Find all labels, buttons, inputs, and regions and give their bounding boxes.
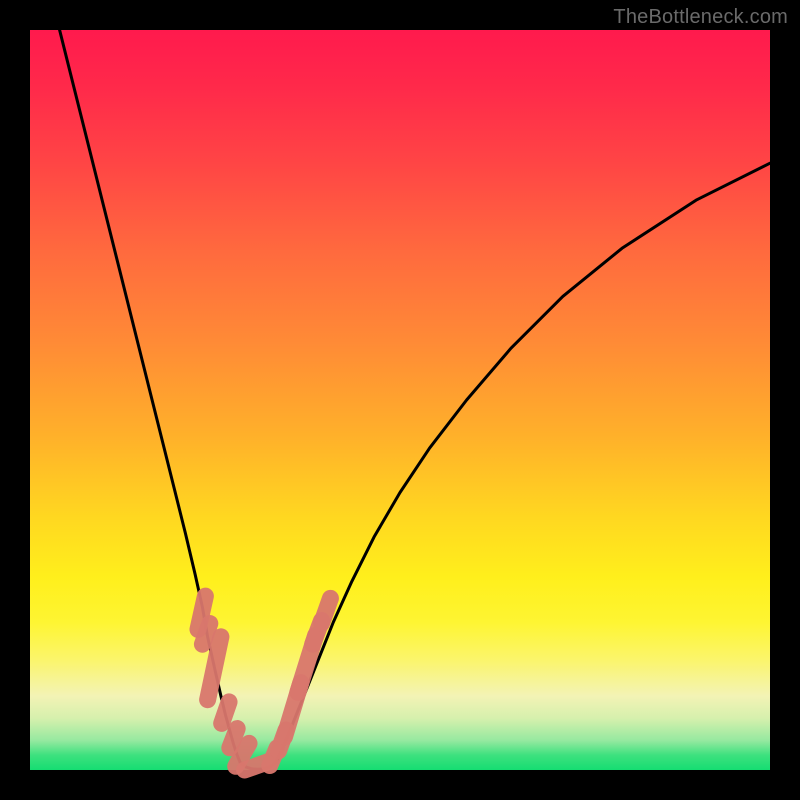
bottleneck-curve [60,30,770,769]
chart-frame: TheBottleneck.com [0,0,800,800]
curve-marker [202,623,209,644]
watermark-text: TheBottleneck.com [613,6,788,29]
chart-svg [30,30,770,770]
curve-marker [230,729,237,748]
curve-marker [222,702,229,723]
curve-marker [322,598,331,623]
curve-layer [60,30,770,769]
